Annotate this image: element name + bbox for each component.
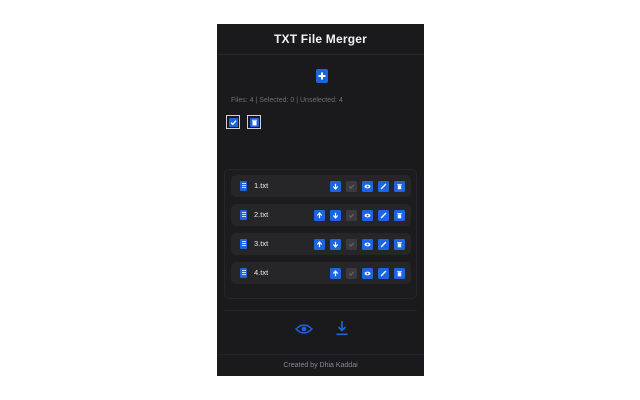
move-up-button[interactable] (330, 268, 341, 279)
check-square-icon (228, 117, 238, 127)
file-row: 3.txt (231, 233, 411, 255)
file-name: 2.txt (254, 210, 269, 219)
download-button[interactable] (335, 320, 349, 336)
file-name: 3.txt (254, 239, 269, 248)
trash-icon (249, 117, 259, 127)
file-row: 1.txt (231, 175, 411, 197)
pencil-icon (380, 212, 387, 219)
arrow-down-icon (332, 212, 339, 219)
file-row: 4.txt (231, 262, 411, 284)
file-list: 1.txt 2.txt 3.txt 4.txt (224, 169, 417, 299)
add-file-button[interactable] (316, 69, 328, 83)
edit-button[interactable] (378, 210, 389, 221)
app-panel: TXT File Merger Files: 4 | Selected: 0 |… (217, 24, 424, 376)
eye-icon (364, 271, 371, 276)
pencil-icon (380, 270, 387, 277)
check-icon (348, 213, 355, 218)
preview-button[interactable] (295, 323, 313, 335)
move-down-button[interactable] (330, 210, 341, 221)
footer-credit: Created by Dhia Kaddai (283, 362, 358, 369)
eye-icon (364, 184, 371, 189)
select-checkbox[interactable] (346, 210, 357, 221)
arrow-up-icon (316, 241, 323, 248)
select-checkbox[interactable] (346, 181, 357, 192)
trash-icon (397, 213, 402, 219)
header: TXT File Merger (217, 24, 424, 55)
arrow-up-icon (316, 212, 323, 219)
select-checkbox[interactable] (346, 268, 357, 279)
file-text-icon (240, 239, 247, 249)
eye-icon (295, 324, 313, 334)
edit-button[interactable] (378, 181, 389, 192)
arrow-up-icon (332, 270, 339, 277)
view-button[interactable] (362, 181, 373, 192)
move-down-button[interactable] (330, 239, 341, 250)
delete-button[interactable] (394, 210, 405, 221)
delete-button[interactable] (394, 268, 405, 279)
delete-all-button[interactable] (247, 115, 261, 129)
view-button[interactable] (362, 210, 373, 221)
check-icon (348, 242, 355, 247)
arrow-down-icon (332, 241, 339, 248)
check-icon (348, 271, 355, 276)
divider (224, 310, 417, 311)
file-text-icon (240, 181, 247, 191)
move-up-button[interactable] (314, 210, 325, 221)
move-up-button[interactable] (314, 239, 325, 250)
edit-button[interactable] (378, 268, 389, 279)
view-button[interactable] (362, 239, 373, 250)
download-icon (336, 321, 348, 336)
move-down-button[interactable] (330, 181, 341, 192)
file-text-icon (240, 268, 247, 278)
delete-button[interactable] (394, 181, 405, 192)
edit-button[interactable] (378, 239, 389, 250)
file-name: 4.txt (254, 268, 269, 277)
trash-icon (397, 242, 402, 248)
trash-icon (397, 184, 402, 190)
eye-icon (364, 213, 371, 218)
delete-button[interactable] (394, 239, 405, 250)
app-title: TXT File Merger (273, 32, 368, 46)
check-icon (348, 184, 355, 189)
view-button[interactable] (362, 268, 373, 279)
file-plus-icon (318, 72, 326, 80)
pencil-icon (380, 241, 387, 248)
file-stats: Files: 4 | Selected: 0 | Unselected: 4 (231, 97, 343, 104)
eye-icon (364, 242, 371, 247)
select-checkbox[interactable] (346, 239, 357, 250)
divider (217, 354, 424, 355)
file-text-icon (240, 210, 247, 220)
trash-icon (397, 271, 402, 277)
select-all-button[interactable] (226, 115, 240, 129)
pencil-icon (380, 183, 387, 190)
file-row: 2.txt (231, 204, 411, 226)
file-name: 1.txt (254, 181, 269, 190)
arrow-down-icon (332, 183, 339, 190)
